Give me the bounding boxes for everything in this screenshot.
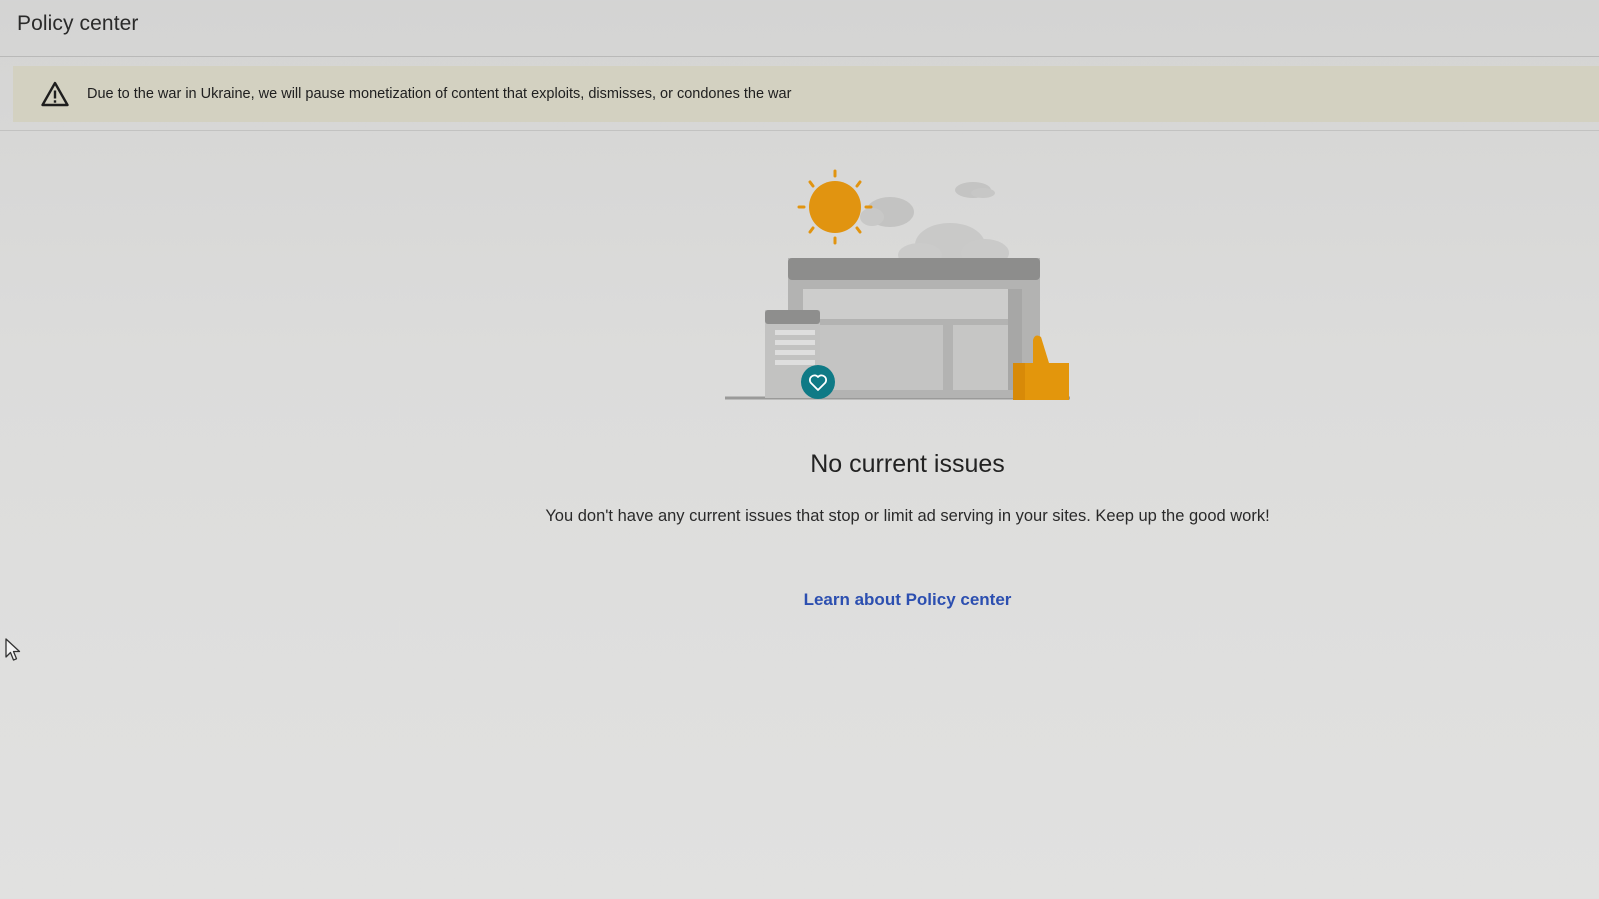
empty-state-description: You don't have any current issues that s… [545,507,1270,525]
sun-icon [797,169,873,245]
page-header: Policy center [0,0,1599,57]
divider [0,130,1599,131]
warning-triangle-icon [41,81,69,107]
storefront-sun-thumbs-up-illustration [715,165,1080,410]
mouse-pointer-icon [4,637,22,663]
learn-policy-center-link[interactable]: Learn about Policy center [804,590,1012,609]
empty-state-title: No current issues [810,450,1005,478]
heart-badge-icon [801,365,835,399]
learn-policy-center-container: Learn about Policy center [0,590,1599,610]
page-title: Policy center [17,12,139,35]
banner-message: Due to the war in Ukraine, we will pause… [87,86,792,102]
cloud-icon [860,182,1009,267]
notice-banner: Due to the war in Ukraine, we will pause… [13,66,1599,122]
